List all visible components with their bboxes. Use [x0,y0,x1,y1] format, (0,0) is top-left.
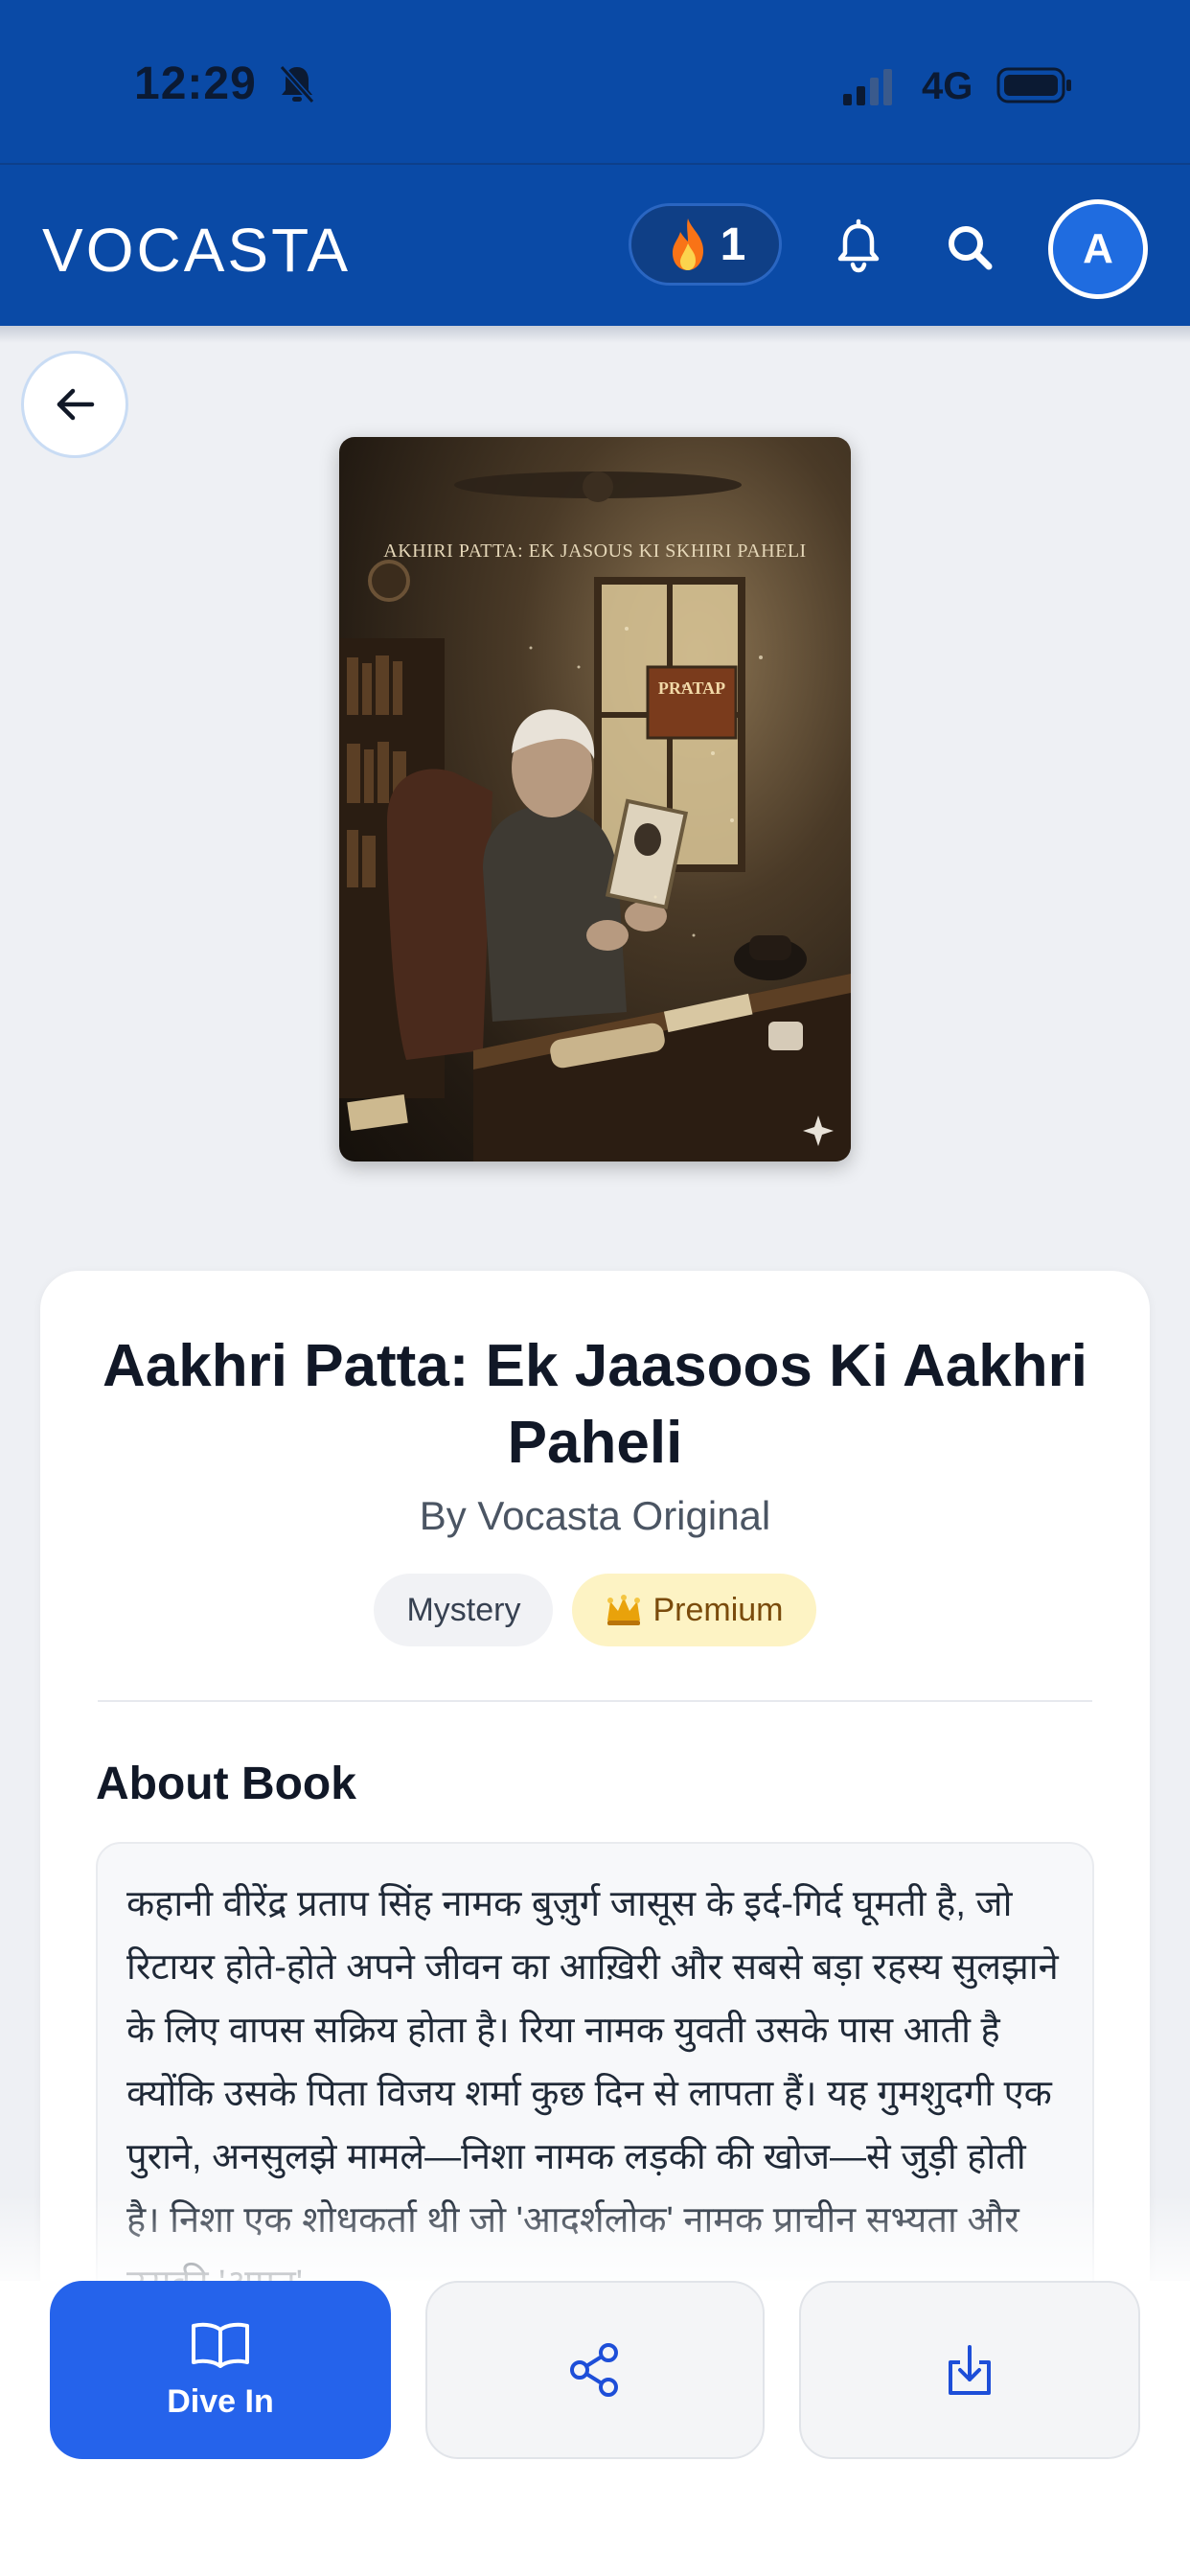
about-heading: About Book [96,1759,356,1809]
book-author: By Vocasta Original [419,1493,771,1538]
back-button[interactable] [21,351,128,458]
bell-icon[interactable] [830,218,887,276]
status-time: 12:29 [134,58,257,109]
search-icon[interactable] [941,218,998,276]
dive-in-label: Dive In [167,2382,274,2420]
app-top-bar: 12:29 4G VOCASTA 1 A [0,0,1190,326]
premium-tag[interactable]: Premium [572,1574,816,1646]
network-type: 4G [922,65,973,107]
header-shadow [0,326,1190,343]
bell-slash-icon [279,65,315,104]
divider [98,1700,1092,1702]
streak-count: 1 [720,218,746,270]
dive-in-button[interactable]: Dive In [50,2281,391,2459]
app-logo-text[interactable]: VOCASTA [42,215,351,286]
bottom-fade [0,2195,1190,2290]
book-title: Aakhri Patta: Ek Jaasoos Ki Aakhri Pahel… [103,1333,1087,1476]
open-book-icon [192,2322,249,2368]
avatar[interactable]: A [1048,199,1148,299]
status-bar: 12:29 4G [0,0,1190,163]
streak-badge[interactable]: 1 [629,203,782,286]
signal-icon [843,69,892,105]
download-button[interactable] [799,2281,1140,2459]
share-button[interactable] [425,2281,765,2459]
download-icon [949,2345,991,2395]
battery-icon [996,67,1071,104]
app-header: VOCASTA 1 A [0,163,1190,326]
cover-title-text: AKHIRI PATTA: EK JASOUS KI SKHIRI PAHELI [383,540,807,562]
book-cover[interactable]: AKHIRI PATTA: EK JASOUS KI SKHIRI PAHELI… [339,437,851,1162]
crown-icon [607,1595,641,1625]
arrow-left-icon [57,388,95,421]
genre-tag-label: Mystery [406,1591,521,1628]
flame-icon [672,218,703,270]
bottom-action-bar: Dive In [0,2281,1190,2576]
cover-sign-text: PRATAP [657,678,726,698]
book-tags: Mystery Premium [40,1574,1150,1646]
premium-tag-label: Premium [652,1591,784,1628]
genre-tag[interactable]: Mystery [374,1574,554,1646]
share-icon [570,2343,618,2397]
